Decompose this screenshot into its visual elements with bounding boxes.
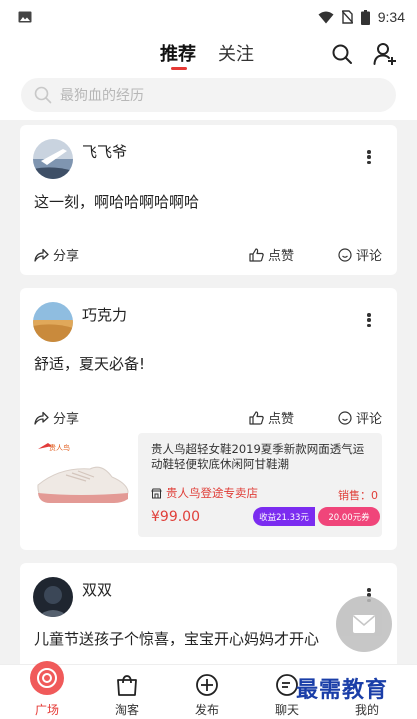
share-button[interactable]: 分享 bbox=[34, 408, 79, 427]
post-card: 巧克力 舒适，夏天必备! 分享 点赞 评论 贵人鸟 贵人鸟超轻女鞋2019夏季新… bbox=[20, 288, 397, 550]
post-text: 儿童节送孩子个惊喜，宝宝开心妈妈才开心 bbox=[34, 630, 320, 648]
status-time: 9:34 bbox=[377, 9, 405, 25]
wifi-icon bbox=[318, 11, 334, 23]
product-title: 贵人鸟超轻女鞋2019夏季新款网面透气运动鞋轻便软底休闲阿甘鞋潮 bbox=[151, 442, 365, 471]
comment-icon bbox=[338, 410, 352, 425]
tab-recommend[interactable]: 推荐 bbox=[160, 40, 196, 70]
comment-label: 评论 bbox=[356, 412, 383, 427]
avatar[interactable] bbox=[33, 139, 73, 179]
share-button[interactable]: 分享 bbox=[34, 245, 79, 264]
username[interactable]: 巧克力 bbox=[82, 304, 127, 325]
share-label: 分享 bbox=[53, 412, 80, 427]
search-placeholder: 最狗血的经历 bbox=[60, 88, 144, 104]
like-label: 点赞 bbox=[268, 249, 295, 264]
username[interactable]: 飞飞爷 bbox=[82, 141, 127, 162]
like-button[interactable]: 点赞 bbox=[249, 245, 294, 264]
nav-label: 淘客 bbox=[114, 703, 139, 717]
avatar[interactable] bbox=[33, 302, 73, 342]
nav-label: 广场 bbox=[34, 703, 59, 717]
post-text: 这一刻，啊哈哈啊哈啊哈 bbox=[34, 193, 200, 211]
plus-circle-icon bbox=[196, 674, 218, 696]
thumbs-up-icon bbox=[249, 410, 264, 425]
more-options-icon[interactable] bbox=[361, 147, 377, 167]
avatar[interactable] bbox=[33, 577, 73, 617]
product-card[interactable]: 贵人鸟 贵人鸟超轻女鞋2019夏季新款网面透气运动鞋轻便软底休闲阿甘鞋潮 贵人鸟… bbox=[30, 433, 382, 537]
camera-icon bbox=[30, 661, 64, 695]
feed-tabs: 推荐 关注 bbox=[160, 40, 254, 70]
brand-logo: 贵人鸟 bbox=[49, 443, 70, 452]
search-field-icon bbox=[34, 86, 52, 104]
share-icon bbox=[34, 411, 49, 425]
product-image[interactable]: 贵人鸟 bbox=[30, 433, 135, 537]
tab-follow[interactable]: 关注 bbox=[218, 40, 254, 66]
nav-taoke[interactable]: 淘客 bbox=[97, 665, 157, 719]
product-info[interactable]: 贵人鸟超轻女鞋2019夏季新款网面透气运动鞋轻便软底休闲阿甘鞋潮 贵人鸟登途专卖… bbox=[138, 433, 382, 537]
username[interactable]: 双双 bbox=[82, 579, 112, 600]
more-options-icon[interactable] bbox=[361, 310, 377, 330]
thumbs-up-icon bbox=[249, 247, 264, 262]
like-button[interactable]: 点赞 bbox=[249, 408, 294, 427]
bag-icon bbox=[117, 675, 137, 696]
battery-icon bbox=[360, 9, 370, 25]
top-header: 推荐 关注 bbox=[0, 34, 417, 74]
comment-label: 评论 bbox=[356, 249, 383, 264]
shop-link[interactable]: 贵人鸟登途专卖店 bbox=[151, 485, 258, 501]
earn-button[interactable]: 收益21.33元 bbox=[253, 507, 315, 526]
product-price: ¥99.00 bbox=[151, 509, 200, 525]
shop-icon bbox=[151, 488, 162, 498]
search-icon[interactable] bbox=[331, 43, 353, 65]
coupon-button[interactable]: 20.00元券 bbox=[318, 507, 380, 526]
nav-label: 发布 bbox=[194, 703, 219, 717]
watermark-text: 最需教育 bbox=[296, 677, 389, 703]
sales-count: 销售：0 bbox=[338, 489, 378, 502]
image-notification-icon bbox=[18, 11, 32, 23]
comment-icon bbox=[338, 247, 352, 262]
message-fab[interactable] bbox=[336, 596, 392, 652]
post-card: 飞飞爷 这一刻，啊哈哈啊哈啊哈 分享 点赞 评论 bbox=[20, 125, 397, 275]
search-area: 最狗血的经历 bbox=[0, 74, 417, 120]
search-input[interactable]: 最狗血的经历 bbox=[21, 78, 396, 112]
add-friend-icon[interactable] bbox=[373, 42, 397, 66]
comment-button[interactable]: 评论 bbox=[338, 408, 382, 427]
post-text: 舒适，夏天必备! bbox=[34, 355, 146, 373]
nav-publish[interactable]: 发布 bbox=[177, 665, 237, 719]
share-label: 分享 bbox=[53, 249, 80, 264]
like-label: 点赞 bbox=[268, 412, 295, 427]
no-sim-icon bbox=[341, 10, 353, 24]
status-bar: 9:34 bbox=[0, 0, 417, 34]
share-icon bbox=[34, 248, 49, 262]
mail-icon bbox=[353, 615, 375, 633]
shop-name: 贵人鸟登途专卖店 bbox=[166, 486, 258, 500]
comment-button[interactable]: 评论 bbox=[338, 245, 382, 264]
nav-square[interactable]: 广场 bbox=[17, 661, 77, 719]
